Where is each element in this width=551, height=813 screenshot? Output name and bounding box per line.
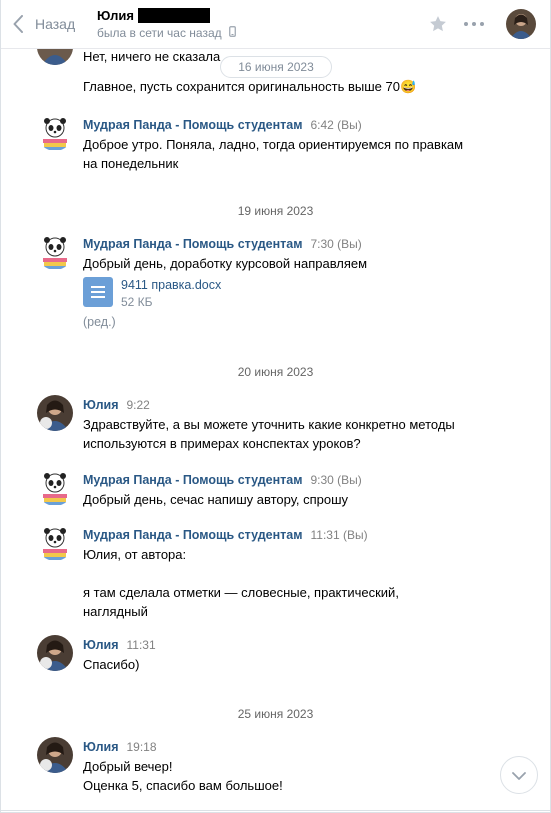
mobile-phone-icon [228,26,236,40]
star-icon[interactable] [428,14,448,37]
message-text: Добрый день, сечас напишу автору, спрошу [83,492,349,507]
chevron-left-icon [13,15,23,33]
back-label: Назад [35,16,76,32]
message-time[interactable]: 6:42 (Вы) [310,118,361,132]
message-author[interactable]: Мудрая Панда - Помощь студентам 9:30 (Вы) [83,473,362,487]
message-text: Главное, пусть сохранится оригинальность… [83,79,417,94]
contact-info[interactable]: Юлия была в сети час назад [97,6,236,40]
avatar[interactable] [37,49,73,65]
document-icon [83,277,113,307]
message-time[interactable]: 9:22 [127,398,150,412]
panda-avatar[interactable] [37,115,73,151]
chat-header: Назад Юлия была в сети час назад [1,0,550,49]
panda-avatar[interactable] [37,234,73,270]
chat-window: Назад Юлия была в сети час назад 16 июня… [0,0,551,813]
message-text: Юлия, от автора: я там сделала отметки —… [83,547,399,619]
message-time[interactable]: 11:31 [127,638,156,652]
contact-avatar[interactable] [506,9,536,39]
chevron-down-icon [512,768,526,783]
message-text: Добрый день, доработку курсовой направля… [83,256,368,271]
message-time[interactable]: 11:31 (Вы) [310,528,367,542]
date-separator: 20 июня 2023 [237,365,314,379]
message-author[interactable]: Юлия 19:18 [83,740,157,754]
document-name[interactable]: 9411 правка.docx [121,278,221,292]
floating-date-pill: 16 июня 2023 [220,56,332,78]
scroll-down-button[interactable] [500,756,538,794]
document-size: 52 КБ [121,295,153,309]
more-options-icon[interactable] [464,22,484,26]
back-button[interactable]: Назад [13,12,75,36]
edited-label: (ред.) [83,315,116,329]
message-time[interactable]: 9:30 (Вы) [310,473,361,487]
message-author[interactable]: Мудрая Панда - Помощь студентам 6:42 (Вы) [83,118,362,132]
panda-avatar[interactable] [37,470,73,506]
date-separator: 25 июня 2023 [237,707,314,721]
message-text: Добрый вечер! Оценка 5, спасибо вам боль… [83,759,283,793]
contact-name[interactable]: Юлия [97,8,134,23]
message-author[interactable]: Мудрая Панда - Помощь студентам 7:30 (Вы) [83,237,362,251]
message-text: Спасибо) [83,657,140,672]
panda-avatar[interactable] [37,525,73,561]
message-author[interactable]: Мудрая Панда - Помощь студентам 11:31 (Вы… [83,528,368,542]
message-author[interactable]: Юлия 9:22 [83,398,150,412]
message-time[interactable]: 19:18 [127,740,157,754]
document-attachment[interactable]: 9411 правка.docx 52 КБ [83,277,221,309]
redacted-surname [137,7,210,23]
avatar[interactable] [37,635,73,671]
message-list: Нет, ничего не сказала Главное, пусть со… [1,49,550,813]
message-text: Доброе утро. Поняла, ладно, тогда ориент… [83,137,464,171]
message-author[interactable]: Юлия 11:31 [83,638,156,652]
avatar[interactable] [37,737,73,773]
avatar[interactable] [37,395,73,431]
date-separator: 19 июня 2023 [237,204,314,218]
divider [1,810,550,811]
message-text: Здравствуйте, а вы можете уточнить какие… [83,417,455,451]
online-status: была в сети час назад [97,26,222,40]
message-time[interactable]: 7:30 (Вы) [310,237,361,251]
